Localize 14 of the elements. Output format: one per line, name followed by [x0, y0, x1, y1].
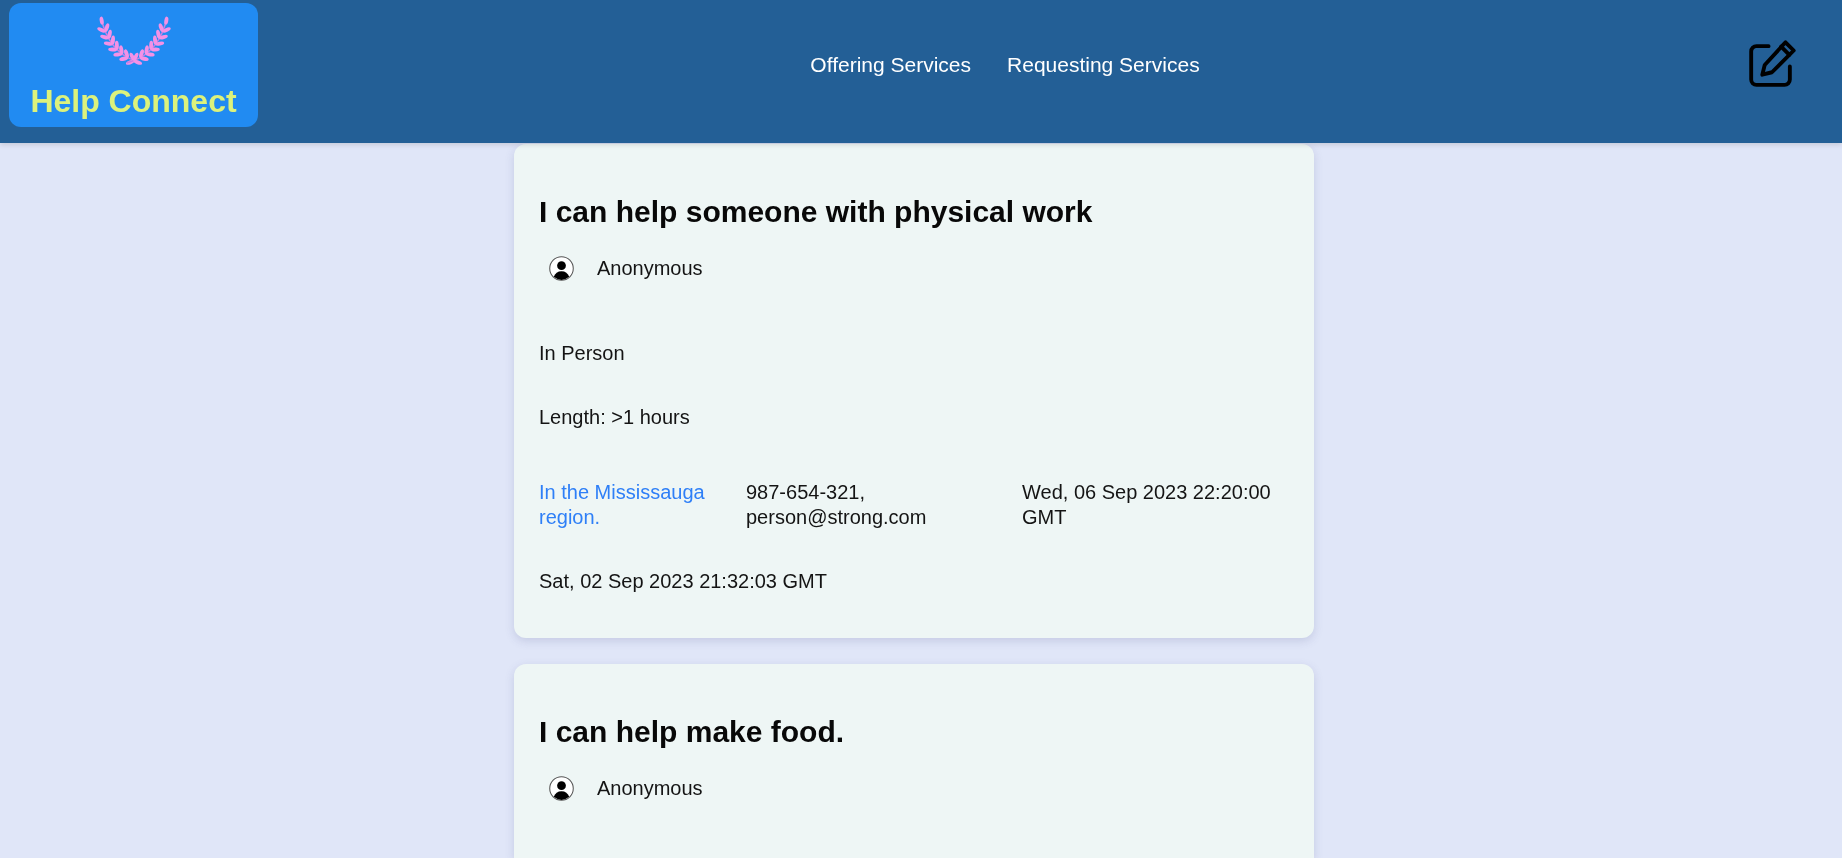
posted-date: Sat, 02 Sep 2023 21:32:03 GMT: [539, 570, 828, 592]
author-name: Anonymous: [597, 256, 703, 280]
service-mode: In Person: [539, 342, 626, 364]
post-title: I can help make food.: [539, 714, 846, 750]
nav-link[interactable]: Offering Services: [810, 53, 972, 77]
person-icon: [549, 775, 574, 801]
date-text: Wed, 06 Sep 2023 22:20:00 GMT: [1022, 480, 1272, 530]
contact-info: 987-654-321, person@strong.com: [746, 480, 928, 530]
nav-link[interactable]: Requesting Services: [1007, 53, 1200, 77]
author-name: Anonymous: [597, 776, 703, 800]
length-text: Length: >1 hours: [539, 406, 691, 428]
person-icon: [549, 255, 574, 281]
post-title: I can help someone with physical work: [539, 194, 1094, 230]
location-link[interactable]: In the Mississauga region.: [539, 480, 729, 530]
